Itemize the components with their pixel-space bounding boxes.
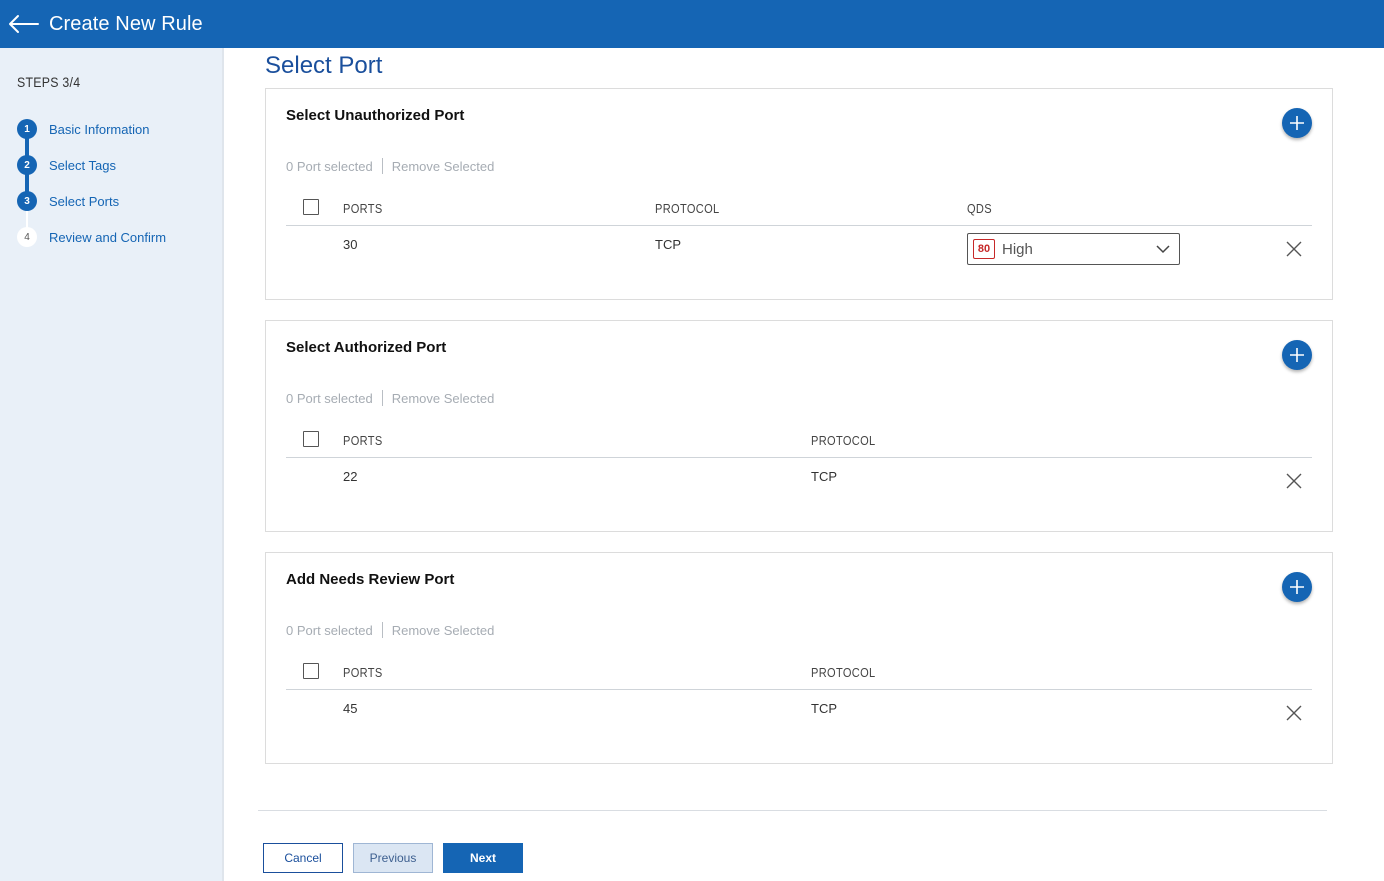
select-all-checkbox[interactable] — [303, 431, 319, 447]
port-value: 45 — [343, 701, 358, 716]
selection-info: 0 Port selected Remove Selected — [286, 622, 494, 638]
step-number: 3 — [17, 191, 37, 211]
step-basic-information[interactable]: 1 Basic Information — [17, 119, 149, 139]
page-header-title: Create New Rule — [49, 12, 203, 35]
plus-icon — [1290, 116, 1304, 130]
select-all-checkbox[interactable] — [303, 199, 319, 215]
selection-info: 0 Port selected Remove Selected — [286, 390, 494, 406]
remove-selected-link[interactable]: Remove Selected — [392, 391, 495, 406]
qds-dropdown[interactable]: 80 High — [967, 233, 1180, 265]
close-icon — [1286, 241, 1302, 257]
card-title: Select Authorized Port — [286, 339, 447, 356]
qds-selected-value: High — [1002, 240, 1033, 258]
cancel-button[interactable]: Cancel — [263, 843, 343, 873]
qds-score-badge: 80 — [973, 239, 995, 259]
port-value: 30 — [343, 237, 358, 252]
separator — [381, 622, 383, 638]
unauthorized-port-card: Select Unauthorized Port 0 Port selected… — [265, 88, 1333, 300]
add-port-button[interactable] — [1282, 108, 1312, 138]
remove-row-button[interactable] — [1284, 239, 1304, 259]
selection-info: 0 Port selected Remove Selected — [286, 158, 494, 174]
step-number: 4 — [17, 227, 37, 247]
step-label: Select Tags — [49, 157, 116, 173]
column-header-protocol: PROTOCOL — [811, 433, 876, 448]
step-select-ports[interactable]: 3 Select Ports — [17, 191, 119, 211]
add-port-button[interactable] — [1282, 340, 1312, 370]
plus-icon — [1290, 580, 1304, 594]
remove-selected-link[interactable]: Remove Selected — [392, 159, 495, 174]
protocol-value: TCP — [655, 237, 681, 252]
separator — [381, 390, 383, 406]
arrow-left-icon — [9, 15, 39, 33]
step-label: Review and Confirm — [49, 229, 167, 245]
column-header-protocol: PROTOCOL — [655, 201, 720, 216]
back-button[interactable] — [4, 0, 44, 48]
step-label: Select Ports — [49, 193, 120, 209]
steps-counter: STEPS 3/4 — [17, 74, 81, 90]
column-header-ports: PORTS — [343, 665, 383, 680]
authorized-port-card: Select Authorized Port 0 Port selected R… — [265, 320, 1333, 532]
protocol-value: TCP — [811, 469, 837, 484]
main-content: Select Port Select Unauthorized Port 0 P… — [226, 48, 1384, 881]
needs-review-port-card: Add Needs Review Port 0 Port selected Re… — [265, 552, 1333, 764]
page-title: Select Port — [265, 52, 383, 79]
card-title: Add Needs Review Port — [286, 571, 455, 588]
step-number: 2 — [17, 155, 37, 175]
column-header-ports: PORTS — [343, 201, 383, 216]
column-header-ports: PORTS — [343, 433, 383, 448]
add-port-button[interactable] — [1282, 572, 1312, 602]
close-icon — [1286, 705, 1302, 721]
plus-icon — [1290, 348, 1304, 362]
port-value: 22 — [343, 469, 358, 484]
chevron-down-icon — [1156, 245, 1170, 254]
footer-divider — [258, 810, 1327, 811]
previous-button[interactable]: Previous — [353, 843, 433, 873]
close-icon — [1286, 473, 1302, 489]
step-number: 1 — [17, 119, 37, 139]
top-bar: Create New Rule — [0, 0, 1384, 48]
step-review-and-confirm[interactable]: 4 Review and Confirm — [17, 227, 166, 247]
column-header-qds: QDS — [967, 201, 992, 216]
selected-count: 0 Port selected — [286, 622, 373, 638]
select-all-checkbox[interactable] — [303, 663, 319, 679]
remove-selected-link[interactable]: Remove Selected — [392, 623, 495, 638]
remove-row-button[interactable] — [1284, 703, 1304, 723]
next-button[interactable]: Next — [443, 843, 523, 873]
step-label: Basic Information — [49, 121, 150, 137]
selected-count: 0 Port selected — [286, 158, 373, 174]
separator — [381, 158, 383, 174]
table-header: PORTS PROTOCOL — [286, 663, 1312, 690]
steps-sidebar: STEPS 3/4 1 Basic Information 2 Select T… — [0, 48, 224, 881]
table-header: PORTS PROTOCOL QDS — [286, 199, 1312, 226]
step-select-tags[interactable]: 2 Select Tags — [17, 155, 116, 175]
protocol-value: TCP — [811, 701, 837, 716]
remove-row-button[interactable] — [1284, 471, 1304, 491]
card-title: Select Unauthorized Port — [286, 107, 465, 124]
column-header-protocol: PROTOCOL — [811, 665, 876, 680]
selected-count: 0 Port selected — [286, 390, 373, 406]
table-header: PORTS PROTOCOL — [286, 431, 1312, 458]
